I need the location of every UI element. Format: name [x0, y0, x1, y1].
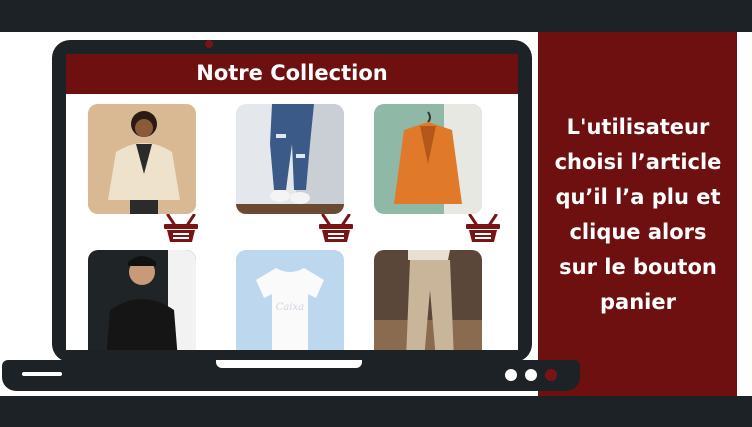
top-bar — [0, 0, 752, 32]
product-image-white-tshirt[interactable]: Caixa — [236, 250, 344, 350]
product-image-orange-blazer[interactable] — [374, 104, 482, 214]
bottom-bar — [0, 396, 752, 427]
collection-title: Notre Collection — [66, 54, 518, 94]
basket-icon[interactable] — [164, 213, 198, 242]
indicator-dot — [525, 369, 537, 381]
product-image-ripped-jeans[interactable] — [236, 104, 344, 214]
laptop-screen: Notre Collection Caixa — [66, 54, 518, 350]
caption-text: L'utilisateur choisi l’article qu’il l’a… — [540, 110, 736, 320]
caption-line: panier — [600, 290, 676, 314]
right-strip — [737, 32, 752, 396]
stage: L'utilisateur choisi l’article qu’il l’a… — [0, 0, 752, 427]
laptop-notch — [216, 360, 362, 368]
product-image-black-tshirt[interactable] — [88, 250, 196, 350]
svg-text:Caixa: Caixa — [276, 302, 304, 313]
caption-line: sur le bouton — [559, 255, 717, 279]
basket-icon[interactable] — [319, 213, 353, 242]
caption-line: clique alors — [569, 220, 707, 244]
caption-line: L'utilisateur — [566, 115, 710, 139]
laptop-base-line — [22, 372, 62, 376]
camera-icon — [205, 40, 213, 48]
caption-line: qu’il l’a plu et — [555, 185, 721, 209]
caption-line: choisi l’article — [554, 150, 722, 174]
indicator-dot — [545, 369, 557, 381]
product-image-beige-trousers[interactable] — [374, 250, 482, 350]
basket-icon[interactable] — [466, 213, 500, 242]
indicator-dot — [505, 369, 517, 381]
product-image-beige-jacket[interactable] — [88, 104, 196, 214]
